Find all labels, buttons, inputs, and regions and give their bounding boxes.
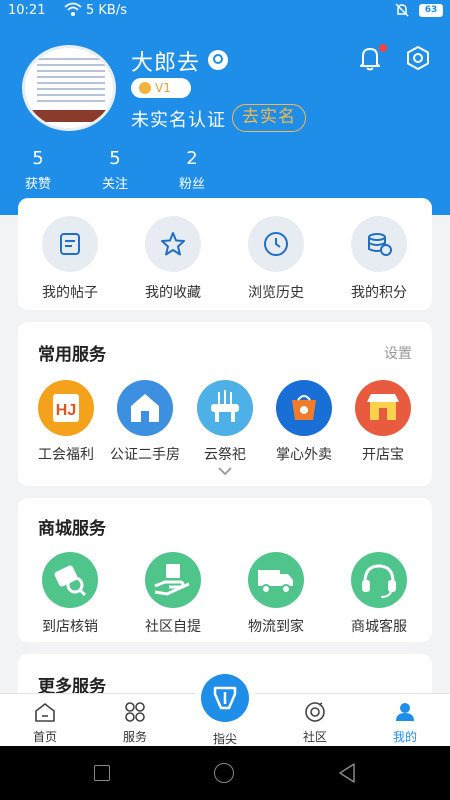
community-icon: [303, 700, 327, 724]
level-badge: V1: [131, 78, 191, 98]
clock-icon: [248, 216, 304, 272]
section-title: 商城服务: [38, 519, 106, 539]
stat-likes[interactable]: 5 获赞: [8, 148, 68, 192]
stat-following[interactable]: 5 关注: [85, 148, 145, 192]
service-memorial[interactable]: 云祭祀: [180, 380, 270, 464]
stat-value: 5: [109, 148, 121, 169]
quick-link-history[interactable]: 浏览历史: [231, 216, 321, 302]
tab-services[interactable]: 服务: [100, 700, 170, 745]
coins-icon: [351, 216, 407, 272]
level-text: V1: [155, 81, 171, 95]
service-label: 公证二手房: [110, 447, 180, 463]
recent-apps-square-icon[interactable]: [94, 765, 110, 781]
wifi-icon: [64, 2, 82, 22]
quick-link-points[interactable]: 我的积分: [334, 216, 424, 302]
quick-link-label: 我的帖子: [42, 285, 98, 301]
quick-link-my-posts[interactable]: 我的帖子: [25, 216, 115, 302]
network-speed: 5 KB/s: [86, 3, 127, 18]
medal-icon: [139, 82, 151, 94]
tab-home[interactable]: 首页: [10, 700, 80, 745]
mall-service-verify[interactable]: 到店核销: [25, 552, 115, 636]
mall-service-label: 物流到家: [248, 619, 304, 635]
mall-service-label: 到店核销: [42, 619, 98, 635]
quick-link-label: 我的收藏: [145, 285, 201, 301]
tab-label: 服务: [122, 730, 147, 744]
tab-community[interactable]: 社区: [280, 700, 350, 745]
system-nav-bar: [0, 746, 450, 800]
profile-header: 10:21 5 KB/s 63 大郎去 V1 未实名认证 去实名 5 获赞 5 …: [0, 0, 450, 215]
back-triangle-icon[interactable]: [337, 762, 357, 788]
verification-status: 未实名认证: [131, 110, 226, 131]
service-shop[interactable]: 开店宝: [338, 380, 428, 464]
avatar[interactable]: [22, 45, 116, 131]
service-house[interactable]: 公证二手房: [100, 380, 190, 464]
stat-value: 2: [186, 148, 198, 169]
quick-links-card: 我的帖子 我的收藏 浏览历史 我的积分: [18, 198, 432, 310]
tab-zhijian[interactable]: 指尖: [190, 668, 260, 747]
service-label: 工会福利: [38, 447, 94, 463]
home-circle-icon[interactable]: [214, 763, 234, 783]
notification-dot: [379, 44, 387, 52]
headset-icon: [351, 552, 407, 608]
svg-text:HJ: HJ: [56, 402, 76, 419]
stat-label: 获赞: [24, 177, 51, 192]
memorial-icon: [197, 380, 253, 436]
mute-icon: [394, 2, 410, 22]
stat-fans[interactable]: 2 粉丝: [162, 148, 222, 192]
service-label: 开店宝: [362, 447, 404, 463]
service-union-benefit[interactable]: HJ 工会福利: [21, 380, 111, 464]
mall-service-pickup[interactable]: 社区自提: [128, 552, 218, 636]
settings-hexagon-icon[interactable]: [404, 44, 432, 72]
takeout-icon: [276, 380, 332, 436]
stat-label: 关注: [101, 177, 128, 192]
section-title: 常用服务: [38, 345, 106, 365]
mall-services-card: 商城服务 到店核销 社区自提 物流到家 商城客服: [18, 498, 432, 642]
username: 大郎去: [131, 51, 201, 76]
post-icon: [42, 216, 98, 272]
house-icon: [117, 380, 173, 436]
tab-me[interactable]: 我的: [370, 700, 440, 745]
user-icon: [393, 700, 417, 724]
center-tab-button: [195, 668, 255, 728]
services-settings-link[interactable]: 设置: [384, 343, 412, 363]
verify-icon: [42, 552, 98, 608]
tab-label: 社区: [302, 730, 327, 744]
tab-label: 我的: [392, 730, 417, 744]
service-label: 掌心外卖: [276, 447, 332, 463]
mall-service-support[interactable]: 商城客服: [334, 552, 424, 636]
service-label: 云祭祀: [204, 447, 246, 463]
grid-icon: [123, 700, 147, 724]
stat-label: 粉丝: [178, 177, 205, 192]
tab-label: 指尖: [212, 732, 237, 746]
union-benefit-icon: HJ: [38, 380, 94, 436]
service-takeout[interactable]: 掌心外卖: [259, 380, 349, 464]
verify-button[interactable]: 去实名: [232, 104, 306, 132]
gender-female-icon: [208, 50, 228, 70]
status-time: 10:21: [8, 3, 46, 18]
battery-icon: 63: [419, 4, 443, 17]
quick-link-label: 我的积分: [351, 285, 407, 301]
expand-chevron-down-icon[interactable]: [217, 462, 233, 476]
common-services-card: 常用服务 设置 HJ 工会福利 公证二手房 云祭祀 掌心外卖 开店宝: [18, 322, 432, 486]
mall-service-label: 社区自提: [145, 619, 201, 635]
shop-icon: [355, 380, 411, 436]
tab-label: 首页: [32, 730, 57, 744]
stat-value: 5: [32, 148, 44, 169]
quick-link-favorites[interactable]: 我的收藏: [128, 216, 218, 302]
mall-service-delivery[interactable]: 物流到家: [231, 552, 321, 636]
mall-service-label: 商城客服: [351, 619, 407, 635]
app-logo-icon: [201, 674, 249, 722]
truck-icon: [248, 552, 304, 608]
status-bar: 10:21 5 KB/s 63: [0, 0, 450, 24]
quick-link-label: 浏览历史: [248, 285, 304, 301]
pickup-icon: [145, 552, 201, 608]
home-icon: [33, 700, 57, 724]
star-icon: [145, 216, 201, 272]
